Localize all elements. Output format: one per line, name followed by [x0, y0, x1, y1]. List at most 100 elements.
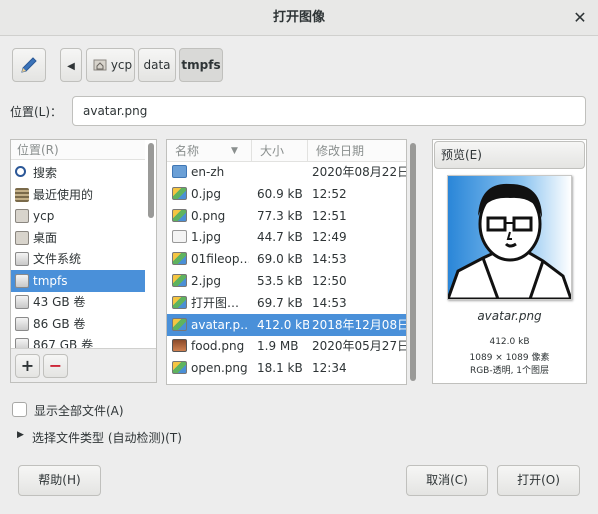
- file-size-cell: [257, 161, 309, 183]
- file-name-cell: 0.jpg: [191, 186, 222, 201]
- close-button[interactable]: ✕: [570, 8, 590, 28]
- preview-thumbnail: [445, 175, 574, 301]
- open-button[interactable]: 打开(O): [497, 465, 580, 496]
- location-label: 位置(L)：: [10, 105, 63, 119]
- pencil-icon: [21, 57, 37, 73]
- location-input[interactable]: avatar.png: [72, 96, 586, 126]
- path-segment-data[interactable]: data: [138, 48, 176, 82]
- path-segment-label: ycp: [110, 58, 133, 72]
- column-header-modified[interactable]: 修改日期: [307, 140, 406, 162]
- folder-icon: [172, 165, 187, 178]
- preview-filename: avatar.png: [477, 309, 542, 323]
- file-name-cell: avatar.p…: [191, 317, 249, 332]
- sidebar-item-label: 最近使用的: [33, 187, 94, 202]
- path-segment-tmpfs[interactable]: tmpfs: [179, 48, 223, 82]
- sidebar-item-桌面[interactable]: 桌面: [11, 227, 145, 249]
- file-row[interactable]: 01fileop… 69.0 kB 14:53: [167, 248, 406, 270]
- path-segment-ycp[interactable]: ycp: [86, 48, 135, 82]
- file-size-cell: 44.7 kB: [257, 230, 303, 245]
- sidebar-item-43-gb-卷[interactable]: 43 GB 卷: [11, 291, 145, 313]
- sidebar-item-label: 文件系统: [33, 252, 82, 266]
- sidebar-item-ycp[interactable]: ycp: [11, 205, 145, 227]
- chevron-left-icon: ◀: [67, 61, 75, 72]
- add-bookmark-button[interactable]: +: [15, 354, 40, 378]
- file-row[interactable]: avatar.p… 412.0 kB 2018年12月08日: [167, 313, 406, 336]
- sidebar-item-label: 43 GB 卷: [33, 295, 86, 309]
- file-row[interactable]: 1.jpg 44.7 kB 12:49: [167, 226, 406, 248]
- sidebar-item-文件系统[interactable]: 文件系统: [11, 248, 145, 270]
- file-size-cell: 69.7 kB: [257, 295, 303, 310]
- expander-arrow-icon[interactable]: ▶: [17, 430, 24, 440]
- file-type-expander[interactable]: 选择文件类型 (自动检测)(T): [32, 429, 182, 446]
- file-row[interactable]: 0.jpg 60.9 kB 12:52: [167, 183, 406, 205]
- preview-size: 412.0 kB: [489, 337, 530, 347]
- file-row[interactable]: food.png 1.9 MB 2020年05月27日: [167, 335, 406, 357]
- cancel-button[interactable]: 取消(C): [406, 465, 488, 496]
- show-all-files-label[interactable]: 显示全部文件(A): [34, 402, 124, 419]
- file-modified-cell: 14:53: [312, 252, 347, 267]
- sidebar-item-label: ycp: [33, 209, 55, 223]
- file-size-cell: 60.9 kB: [257, 186, 303, 201]
- file-name-cell: 打开图…: [191, 295, 240, 310]
- places-scrollbar[interactable]: [148, 143, 154, 218]
- remove-bookmark-button[interactable]: −: [43, 354, 68, 378]
- file-name-cell: 0.png: [191, 208, 226, 223]
- drive-icon: [15, 316, 29, 331]
- file-row[interactable]: open.png 18.1 kB 12:34: [167, 357, 406, 379]
- file-row[interactable]: 2.jpg 53.5 kB 12:50: [167, 270, 406, 292]
- sidebar-item-86-gb-卷[interactable]: 86 GB 卷: [11, 313, 145, 335]
- image-icon: [172, 295, 187, 309]
- file-name-cell: 2.jpg: [191, 274, 222, 288]
- drive-icon: [15, 295, 29, 309]
- file-modified-cell: 14:53: [312, 295, 347, 310]
- sidebar-item-tmpfs[interactable]: tmpfs: [11, 269, 145, 292]
- file-list-scrollbar[interactable]: [410, 143, 416, 381]
- preview-toggle-button[interactable]: 预览(E): [434, 141, 585, 169]
- sidebar-item-label: 桌面: [33, 230, 58, 245]
- image-icon: [172, 186, 187, 200]
- path-segment-label: data: [143, 58, 171, 72]
- file-size-cell: 412.0 kB: [257, 317, 309, 332]
- sidebar-item-label: tmpfs: [33, 273, 68, 288]
- drive-icon: [15, 252, 29, 266]
- path-back-button[interactable]: ◀: [60, 48, 82, 82]
- recent-icon: [15, 187, 29, 202]
- image-icon: [172, 208, 187, 222]
- file-size-cell: 77.3 kB: [257, 208, 303, 223]
- file-modified-cell: 12:50: [312, 274, 347, 288]
- file-size-cell: 69.0 kB: [257, 252, 303, 267]
- file-modified-cell: 2020年05月27日: [312, 339, 406, 354]
- file-row[interactable]: 打开图… 69.7 kB 14:53: [167, 292, 406, 314]
- file-modified-cell: 2018年12月08日: [312, 317, 406, 332]
- column-header-size[interactable]: 大小: [251, 140, 307, 162]
- preview-dimensions: 1089 × 1089 像素: [469, 353, 550, 363]
- sidebar-item-最近使用的[interactable]: 最近使用的: [11, 184, 145, 206]
- file-row[interactable]: 0.png 77.3 kB 12:51: [167, 205, 406, 227]
- column-name-label: 名称: [175, 144, 200, 158]
- show-all-files-checkbox[interactable]: [12, 402, 27, 417]
- window-title: 打开图像: [272, 10, 325, 25]
- file-name-cell: 01fileop…: [191, 252, 249, 267]
- sidebar-item-label: 搜索: [33, 166, 58, 180]
- places-header: 位置(R): [11, 140, 145, 160]
- search-icon: [15, 166, 26, 177]
- photo-icon: [172, 339, 187, 353]
- file-modified-cell: 12:52: [312, 186, 347, 201]
- home-folder-icon: [15, 209, 29, 223]
- sort-down-icon: ▼: [231, 146, 238, 156]
- desktop-folder-icon: [15, 230, 29, 245]
- file-row[interactable]: en-zh 2020年08月22日: [167, 161, 406, 183]
- sidebar-item-搜索[interactable]: 搜索: [11, 162, 145, 184]
- file-modified-cell: 2020年08月22日: [312, 165, 406, 179]
- help-button[interactable]: 帮助(H): [18, 465, 101, 496]
- image-icon: [172, 252, 187, 266]
- sidebar-item-label: 86 GB 卷: [33, 316, 86, 331]
- file-name-cell: en-zh: [191, 165, 225, 179]
- edit-location-button[interactable]: [12, 48, 46, 82]
- column-header-name[interactable]: 名称 ▼: [167, 140, 251, 162]
- file-size-cell: 18.1 kB: [257, 361, 303, 376]
- file-name-cell: food.png: [191, 339, 245, 354]
- home-folder-icon: [93, 59, 107, 71]
- file-modified-cell: 12:34: [312, 361, 347, 376]
- image-icon: [172, 361, 187, 375]
